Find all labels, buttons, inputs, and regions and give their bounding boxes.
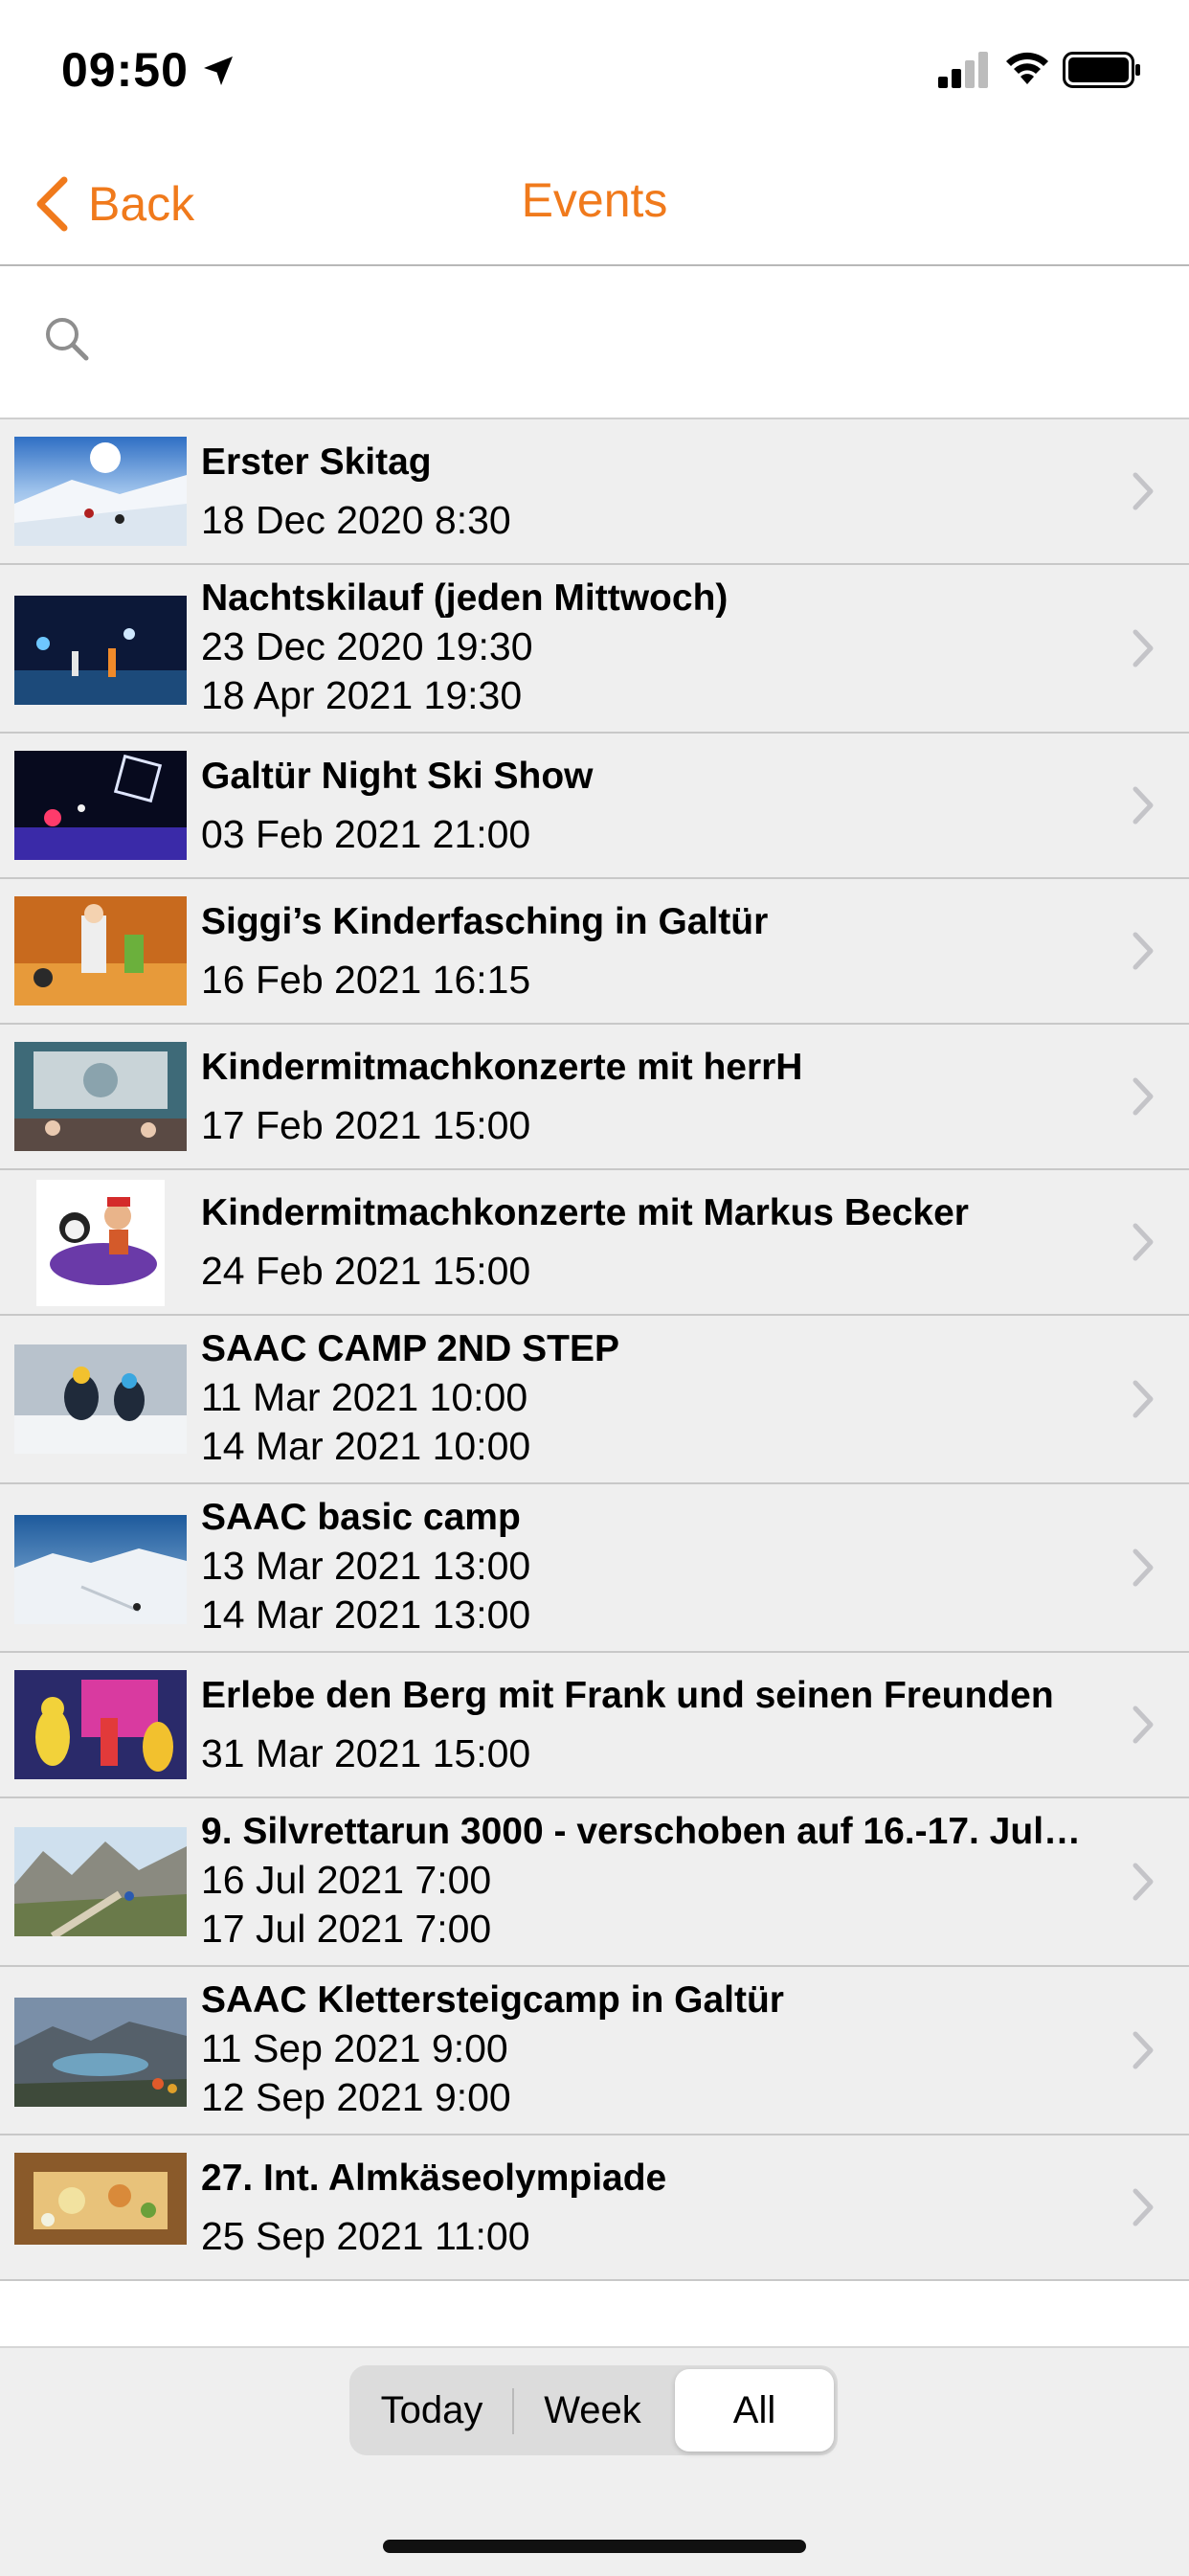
event-row[interactable]: Siggi’s Kinderfasching in Galtür 16 Feb …: [0, 879, 1189, 1025]
event-thumbnail: [14, 896, 187, 1006]
chevron-right-icon: [1133, 1863, 1154, 1901]
navigation-bar: Back Events: [0, 144, 1189, 266]
chevron-right-icon: [1133, 1380, 1154, 1418]
bottom-toolbar: Today Week All: [0, 2346, 1189, 2576]
event-row[interactable]: 9. Silvrettarun 3000 - verschoben auf 16…: [0, 1798, 1189, 1967]
cellular-signal-icon: [938, 52, 988, 88]
event-row[interactable]: Erlebe den Berg mit Frank und seinen Fre…: [0, 1653, 1189, 1798]
event-date: 31 Mar 2021 15:00: [201, 1731, 531, 1775]
event-row[interactable]: SAAC CAMP 2ND STEP 11 Mar 2021 10:00 14 …: [0, 1316, 1189, 1484]
event-thumbnail: [14, 1344, 187, 1454]
event-title: Erster Skitag: [201, 441, 432, 483]
event-date: 17 Feb 2021 15:00: [201, 1103, 531, 1147]
event-thumbnail: [14, 1042, 187, 1151]
location-arrow-icon: [204, 56, 233, 85]
chevron-right-icon: [1133, 1548, 1154, 1587]
event-row[interactable]: Galtür Night Ski Show 03 Feb 2021 21:00: [0, 734, 1189, 879]
event-title: SAAC basic camp: [201, 1497, 521, 1538]
event-date: 23 Dec 2020 19:30: [201, 624, 533, 668]
page-title: Events: [521, 173, 668, 227]
event-row[interactable]: SAAC basic camp 13 Mar 2021 13:00 14 Mar…: [0, 1484, 1189, 1653]
chevron-right-icon: [1133, 932, 1154, 970]
event-date: 17 Jul 2021 7:00: [201, 1907, 492, 1951]
chevron-right-icon: [1133, 472, 1154, 510]
chevron-right-icon: [1133, 786, 1154, 825]
date-filter-segmented-control: Today Week All: [349, 2365, 838, 2455]
event-date: 11 Sep 2021 9:00: [201, 2026, 508, 2070]
event-date: 18 Apr 2021 19:30: [201, 673, 523, 717]
event-thumbnail: [14, 437, 187, 546]
status-bar: 09:50: [0, 0, 1189, 144]
event-thumbnail: [14, 596, 187, 705]
event-row[interactable]: 27. Int. Almkäseolympiade 25 Sep 2021 11…: [0, 2135, 1189, 2281]
status-time: 09:50: [61, 43, 189, 97]
event-title: Nachtskilauf (jeden Mittwoch): [201, 577, 729, 619]
chevron-right-icon: [1133, 1223, 1154, 1261]
chevron-right-icon: [1133, 2031, 1154, 2069]
event-date: 16 Jul 2021 7:00: [201, 1858, 492, 1902]
event-date: 18 Dec 2020 8:30: [201, 498, 511, 542]
event-title: Erlebe den Berg mit Frank und seinen Fre…: [201, 1675, 1054, 1716]
event-thumbnail: [14, 1515, 187, 1624]
event-title: Kindermitmachkonzerte mit Markus Becker: [201, 1192, 969, 1233]
event-date: 13 Mar 2021 13:00: [201, 1544, 531, 1588]
event-date: 12 Sep 2021 9:00: [201, 2075, 511, 2119]
chevron-right-icon: [1133, 2188, 1154, 2226]
event-title: Galtür Night Ski Show: [201, 756, 594, 797]
event-row[interactable]: Erster Skitag 18 Dec 2020 8:30: [0, 419, 1189, 565]
event-title: SAAC Klettersteigcamp in Galtür: [201, 1979, 784, 2021]
event-thumbnail: [14, 2153, 187, 2245]
event-title: 27. Int. Almkäseolympiade: [201, 2158, 667, 2199]
event-thumbnail: [14, 751, 187, 860]
event-row[interactable]: Nachtskilauf (jeden Mittwoch) 23 Dec 202…: [0, 565, 1189, 734]
event-thumbnail: [14, 1827, 187, 1936]
event-date: 24 Feb 2021 15:00: [201, 1249, 531, 1293]
event-title: Siggi’s Kinderfasching in Galtür: [201, 901, 769, 942]
event-date: 11 Mar 2021 10:00: [201, 1375, 528, 1419]
event-date: 16 Feb 2021 16:15: [201, 958, 531, 1002]
event-title: 9. Silvrettarun 3000 - verschoben auf 16…: [201, 1811, 1084, 1852]
event-thumbnail: [14, 1670, 187, 1779]
search-icon: [46, 318, 89, 361]
filter-today-button[interactable]: Today: [353, 2369, 510, 2452]
search-input[interactable]: [105, 305, 1153, 379]
event-thumbnail: [36, 1180, 165, 1306]
event-date: 25 Sep 2021 11:00: [201, 2214, 530, 2258]
event-date: 03 Feb 2021 21:00: [201, 812, 531, 856]
event-thumbnail: [14, 1998, 187, 2107]
chevron-right-icon: [1133, 629, 1154, 667]
event-title: Kindermitmachkonzerte mit herrH: [201, 1047, 803, 1088]
event-row[interactable]: SAAC Klettersteigcamp in Galtür 11 Sep 2…: [0, 1967, 1189, 2135]
event-date: 14 Mar 2021 10:00: [201, 1424, 531, 1468]
event-row[interactable]: Kindermitmachkonzerte mit herrH 17 Feb 2…: [0, 1025, 1189, 1170]
chevron-right-icon: [1133, 1706, 1154, 1744]
event-date: 14 Mar 2021 13:00: [201, 1593, 531, 1637]
home-indicator: [383, 2540, 806, 2553]
filter-week-button[interactable]: Week: [514, 2369, 671, 2452]
wifi-icon: [1006, 52, 1048, 84]
filter-all-button[interactable]: All: [675, 2369, 834, 2452]
event-row[interactable]: Kindermitmachkonzerte mit Markus Becker …: [0, 1170, 1189, 1316]
battery-icon: [1063, 52, 1140, 88]
event-title: SAAC CAMP 2ND STEP: [201, 1328, 620, 1369]
search-bar: [0, 266, 1189, 419]
chevron-right-icon: [1133, 1077, 1154, 1116]
event-list: Erster Skitag 18 Dec 2020 8:30 Nachtskil…: [0, 419, 1189, 2281]
